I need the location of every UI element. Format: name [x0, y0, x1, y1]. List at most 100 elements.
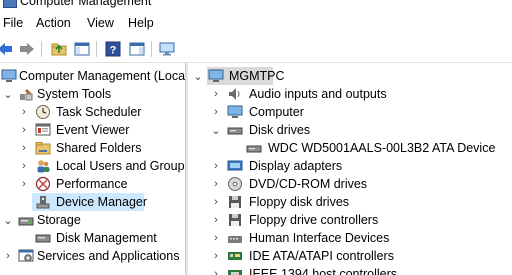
- console-tree: Computer Management (Local ⌄ System Tool…: [0, 63, 185, 275]
- tree-item-label: Task Scheduler: [56, 105, 142, 119]
- device-category-computer[interactable]: › Computer: [190, 103, 510, 121]
- tree-item-label: Performance: [56, 177, 128, 191]
- chevron-right-icon[interactable]: ›: [18, 121, 30, 139]
- services-icon: [18, 248, 34, 264]
- chevron-right-icon[interactable]: ›: [210, 157, 222, 175]
- tree-item-label: Event Viewer: [56, 123, 130, 137]
- shared-folder-icon: [35, 140, 51, 156]
- disk-management-icon: [35, 230, 51, 246]
- chevron-right-icon[interactable]: ›: [18, 157, 30, 175]
- toolbar: ?: [0, 36, 512, 63]
- device-category-label: Disk drives: [249, 123, 311, 137]
- device-category-floppy-disk-drives[interactable]: › Floppy disk drives: [190, 193, 510, 211]
- tree-item-services-and-applications[interactable]: › Services and Applications: [0, 247, 185, 265]
- chevron-right-icon[interactable]: ›: [18, 103, 30, 121]
- device-category-display-adapters[interactable]: › Display adapters: [190, 157, 510, 175]
- device-category-disk-drives[interactable]: ⌄ Disk drives: [190, 121, 510, 139]
- device-category-label: Human Interface Devices: [249, 231, 390, 245]
- device-manager-icon: [35, 194, 51, 210]
- display-adapter-icon: [227, 158, 243, 174]
- tree-item-shared-folders[interactable]: › Shared Folders: [0, 139, 185, 157]
- tree-item-label: Services and Applications: [37, 249, 180, 263]
- menu-view[interactable]: View: [87, 16, 114, 30]
- tree-item-system-tools[interactable]: ⌄ System Tools: [0, 85, 185, 103]
- chevron-right-icon[interactable]: ›: [210, 265, 222, 275]
- tree-item-label: Shared Folders: [56, 141, 142, 155]
- computer-management-icon: [1, 68, 17, 84]
- clock-icon: [35, 104, 51, 120]
- device-item-label: WDC WD5001AALS-00L3B2 ATA Device: [268, 141, 496, 155]
- device-category-floppy-drive-controllers[interactable]: › Floppy drive controllers: [190, 211, 510, 229]
- chevron-right-icon[interactable]: ›: [18, 175, 30, 193]
- tree-item-label: Storage: [37, 213, 81, 227]
- device-tree: ⌄ MGMTPC › Audio inputs and outputs › Co…: [190, 63, 512, 275]
- tree-root[interactable]: Computer Management (Local: [0, 67, 185, 85]
- tree-item-disk-management[interactable]: Disk Management: [0, 229, 185, 247]
- chevron-right-icon[interactable]: ›: [210, 175, 222, 193]
- disk-icon: [227, 122, 243, 138]
- device-category-hid[interactable]: › Human Interface Devices: [190, 229, 510, 247]
- chevron-right-icon[interactable]: ›: [210, 103, 222, 121]
- tree-item-performance[interactable]: › Performance: [0, 175, 185, 193]
- up-folder-icon[interactable]: [50, 40, 68, 58]
- device-category-dvd-drives[interactable]: › DVD/CD-ROM drives: [190, 175, 510, 193]
- chevron-right-icon[interactable]: ›: [210, 247, 222, 265]
- tree-item-label: Device Manager: [56, 195, 148, 209]
- chevron-right-icon[interactable]: ›: [18, 139, 30, 157]
- device-category-label: Display adapters: [249, 159, 343, 173]
- chevron-right-icon[interactable]: ›: [210, 211, 222, 229]
- show-hide-console-tree-icon[interactable]: [73, 40, 91, 58]
- window-title: Computer Management: [20, 0, 152, 8]
- chevron-right-icon[interactable]: ›: [210, 229, 222, 247]
- ide-icon: [227, 248, 243, 264]
- event-viewer-icon: [35, 122, 51, 138]
- chevron-down-icon[interactable]: ⌄: [2, 85, 14, 103]
- dvd-icon: [227, 176, 243, 192]
- floppy-icon: [227, 194, 243, 210]
- monitor-properties-icon[interactable]: [158, 40, 176, 58]
- device-tree-root[interactable]: ⌄ MGMTPC: [190, 67, 510, 85]
- tree-item-device-manager[interactable]: Device Manager: [0, 193, 185, 211]
- tree-root-label: Computer Management (Local: [19, 69, 185, 83]
- menu-help[interactable]: Help: [128, 16, 154, 30]
- svg-text:?: ?: [110, 45, 117, 57]
- pane-splitter[interactable]: [185, 63, 188, 275]
- menu-file[interactable]: File: [3, 16, 23, 30]
- tree-item-storage[interactable]: ⌄ Storage: [0, 211, 185, 229]
- floppy-controller-icon: [227, 212, 243, 228]
- device-item-wdc-disk[interactable]: WDC WD5001AALS-00L3B2 ATA Device: [190, 139, 510, 157]
- speaker-icon: [227, 86, 243, 102]
- help-icon[interactable]: ?: [104, 40, 122, 58]
- menu-action[interactable]: Action: [36, 16, 71, 30]
- device-category-ieee1394[interactable]: › IEEE 1394 host controllers: [190, 265, 510, 275]
- chevron-right-icon[interactable]: ›: [2, 247, 14, 265]
- device-category-label: Floppy drive controllers: [249, 213, 379, 227]
- tree-item-task-scheduler[interactable]: › Task Scheduler: [0, 103, 185, 121]
- chevron-right-icon[interactable]: ›: [210, 193, 222, 211]
- tree-item-label: System Tools: [37, 87, 112, 101]
- forward-arrow-icon[interactable]: [18, 40, 36, 58]
- title-bar: Computer Management: [0, 0, 512, 10]
- tree-item-label: Local Users and Groups: [56, 159, 185, 173]
- performance-icon: [35, 176, 51, 192]
- system-tools-icon: [18, 86, 34, 102]
- tree-item-local-users-and-groups[interactable]: › Local Users and Groups: [0, 157, 185, 175]
- tree-item-event-viewer[interactable]: › Event Viewer: [0, 121, 185, 139]
- computer-management-app-icon: [3, 0, 17, 8]
- device-category-label: IDE ATA/ATAPI controllers: [249, 249, 394, 263]
- device-tree-root-label: MGMTPC: [229, 69, 285, 83]
- device-category-ide-controllers[interactable]: › IDE ATA/ATAPI controllers: [190, 247, 510, 265]
- disk-icon: [246, 140, 262, 156]
- device-category-audio[interactable]: › Audio inputs and outputs: [190, 85, 510, 103]
- chevron-down-icon[interactable]: ⌄: [2, 211, 14, 229]
- chevron-down-icon[interactable]: ⌄: [210, 121, 222, 139]
- back-arrow-icon[interactable]: [0, 40, 14, 58]
- show-hide-action-pane-icon[interactable]: [128, 40, 146, 58]
- computer-icon: [208, 68, 224, 84]
- hid-icon: [227, 230, 243, 246]
- device-category-label: IEEE 1394 host controllers: [249, 267, 397, 275]
- monitor-icon: [227, 104, 243, 120]
- ieee1394-icon: [227, 266, 243, 275]
- chevron-down-icon[interactable]: ⌄: [192, 67, 204, 85]
- chevron-right-icon[interactable]: ›: [210, 85, 222, 103]
